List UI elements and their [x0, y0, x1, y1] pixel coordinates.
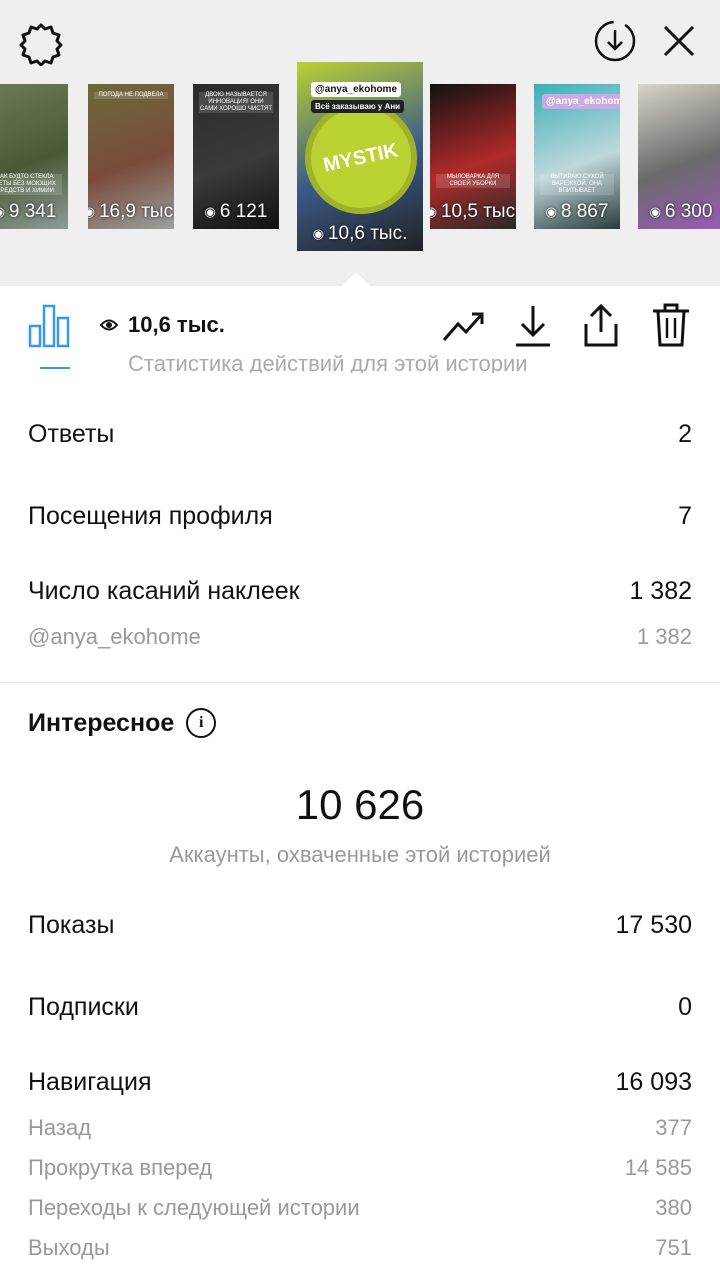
metric-subrow-sticker: @anya_ekohome 1 382	[28, 624, 692, 650]
story-thumbnail-strip: КАК БУДТО СТЕКЛА НЕТЫ БЕЗ МОЮЩИХ СРЕДСТВ…	[0, 0, 720, 286]
metric-label: Ответы	[28, 420, 115, 448]
story-text-sticker: Всё заказываю у Ани	[311, 100, 405, 113]
metric-value: 0	[678, 993, 692, 1021]
eye-icon: ◉	[430, 204, 437, 219]
metric-label: Навигация	[28, 1068, 152, 1096]
eye-icon: ◉	[312, 226, 324, 241]
story-views: ◉ 10,6 тыс.	[297, 223, 423, 245]
story-caption: ВЫТИРАЮ СУХОЙ ВАРЕЖКОЙ, ОНА ВПИТЫВАЕТ	[540, 174, 614, 195]
story-caption: КАК БУДТО СТЕКЛА НЕТЫ БЕЗ МОЮЩИХ СРЕДСТВ…	[0, 174, 62, 195]
metric-label: Показы	[28, 911, 115, 939]
story-views: ◉ 10,5 тыс.	[430, 201, 516, 223]
story-views-count: 9 341	[8, 201, 57, 222]
metric-sublabel: Выходы	[28, 1235, 110, 1260]
story-views-count: 6 121	[219, 201, 268, 222]
actions-section-heading: Статистика действий для этой истории	[128, 355, 528, 373]
story-views: ◉ 8 867	[534, 201, 620, 223]
story-views-count: 6 300	[664, 201, 713, 222]
metric-row-navigation: Навигация 16 093	[28, 1068, 692, 1097]
story-views: ◉9 341	[0, 201, 68, 223]
metric-value: 2	[678, 420, 692, 448]
metric-subvalue: 14 585	[624, 1155, 692, 1180]
toolbar-views-count: 10,6 тыс.	[128, 312, 225, 337]
story-thumbnail[interactable]: @anya_ekohome ВЫТИРАЮ СУХОЙ ВАРЕЖКОЙ, ОНА…	[534, 84, 620, 229]
eye-icon: ◉	[0, 204, 5, 220]
product-image: MYSTIK	[305, 102, 417, 214]
metric-label: Посещения профиля	[28, 502, 273, 530]
trash-icon[interactable]	[650, 302, 692, 348]
story-views: ◉ 6 300	[638, 201, 720, 223]
discovery-title-text: Интересное	[28, 708, 175, 737]
selected-story-pointer	[340, 272, 372, 288]
eye-icon: ◉	[545, 204, 557, 219]
story-views-count: 10,5 тыс.	[440, 201, 516, 222]
story-views-count: 10,6 тыс.	[327, 223, 408, 244]
story-thumbnail[interactable]: ПОГОДА НЕ ПОДВЕЛА ◉ 16,9 тыс.	[88, 84, 174, 229]
metric-subvalue: 380	[655, 1195, 692, 1220]
metric-row-sticker-taps: Число касаний наклеек 1 382	[28, 577, 692, 606]
section-divider	[0, 682, 720, 683]
tab-indicator	[40, 367, 70, 369]
nav-subrow-forward: Прокрутка вперед 14 585	[28, 1155, 692, 1181]
story-thumbnail[interactable]: ДВОЮ НАЗЫВАЕТСЯ ИННОВАЦИЯ! ОНИ САМИ ХОРО…	[193, 84, 279, 229]
info-icon[interactable]: i	[186, 708, 217, 738]
nav-subrow-back: Назад 377	[28, 1115, 692, 1141]
story-thumbnail[interactable]: КАК БУДТО СТЕКЛА НЕТЫ БЕЗ МОЮЩИХ СРЕДСТВ…	[0, 84, 68, 229]
story-views: ◉ 6 121	[193, 201, 279, 223]
bar-chart-icon[interactable]	[28, 302, 70, 348]
eye-icon	[100, 319, 118, 331]
metric-label: Число касаний наклеек	[28, 577, 300, 605]
reach-caption: Аккаунты, охваченные этой историей	[169, 842, 551, 867]
eye-icon: ◉	[649, 204, 661, 219]
story-thumbnail[interactable]: МЫЛОВАРКА ДЛЯ СВОЕЙ УБОРКИ ◉ 10,5 тыс.	[430, 84, 516, 229]
metric-subvalue: 751	[655, 1235, 692, 1260]
metric-value: 7	[678, 502, 692, 530]
trending-icon[interactable]	[442, 308, 486, 344]
story-mention-tag: @anya_ekohome	[542, 94, 620, 109]
story-caption: ДВОЮ НАЗЫВАЕТСЯ ИННОВАЦИЯ! ОНИ САМИ ХОРО…	[199, 92, 273, 113]
metric-subvalue: 1 382	[636, 624, 692, 649]
download-icon[interactable]	[512, 304, 554, 348]
toolbar-views: 10,6 тыс.	[100, 312, 225, 338]
metric-sublabel: Назад	[28, 1115, 92, 1140]
metric-value: 16 093	[615, 1068, 692, 1096]
metric-value: 1 382	[629, 577, 692, 605]
share-icon[interactable]	[580, 302, 622, 348]
story-views-count: 16,9 тыс.	[98, 201, 174, 222]
nav-subrow-next-story: Переходы к следующей истории 380	[28, 1195, 692, 1221]
story-thumbnail[interactable]: ◉ 6 300	[638, 84, 720, 229]
metric-row-replies: Ответы 2	[28, 420, 692, 449]
metric-sublabel: Переходы к следующей истории	[28, 1195, 360, 1220]
story-thumbnail[interactable]: MYSTIK @anya_ekohome Всё заказываю у Ани ◉ 1…	[297, 62, 423, 251]
metric-subvalue: 377	[655, 1115, 692, 1140]
metric-label: Подписки	[28, 993, 139, 1021]
metric-sublabel: Прокрутка вперед	[28, 1155, 213, 1180]
nav-subrow-exits: Выходы 751	[28, 1235, 692, 1261]
story-views-count: 8 867	[560, 201, 609, 222]
eye-icon: ◉	[88, 204, 95, 219]
metric-row-profile-visits: Посещения профиля 7	[28, 502, 692, 531]
discovery-section-title: Интересное i	[28, 708, 217, 738]
story-mention-tag: @anya_ekohome	[311, 82, 402, 97]
product-brand: MYSTIK	[321, 138, 401, 177]
eye-icon: ◉	[204, 204, 216, 219]
metric-row-impressions: Показы 17 530	[28, 911, 692, 940]
metric-sublabel: @anya_ekohome	[28, 624, 201, 649]
story-views: ◉ 16,9 тыс.	[88, 201, 174, 223]
metric-value: 17 530	[615, 911, 692, 939]
reach-value: 10 626	[295, 781, 425, 828]
story-caption: ПОГОДА НЕ ПОДВЕЛА	[94, 92, 168, 99]
metric-row-follows: Подписки 0	[28, 993, 692, 1022]
story-caption: МЫЛОВАРКА ДЛЯ СВОЕЙ УБОРКИ	[436, 174, 510, 188]
